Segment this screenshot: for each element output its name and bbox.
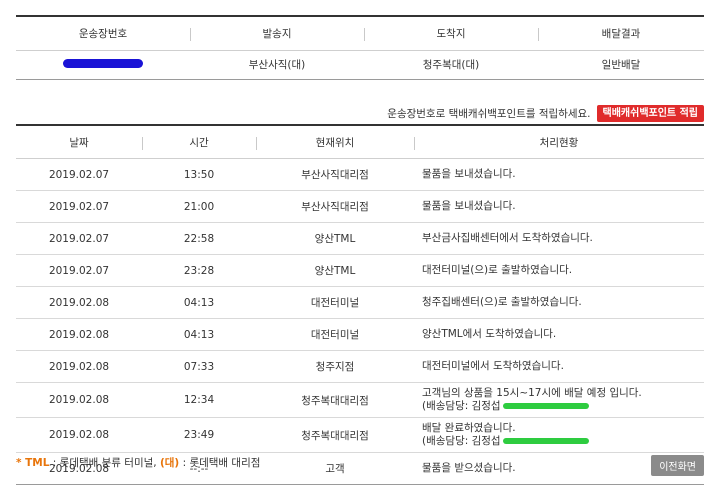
- summary-row: 부산사직(대) 청주복대(대) 일반배달: [16, 50, 704, 80]
- table-row: 2019.02.08 07:33 청주지점 대전터미널에서 도착하였습니다.: [16, 350, 704, 383]
- header-tracking-number: 운송장번호: [16, 15, 190, 51]
- tracking-header-row: 날짜 시간 현재위치 처리현황: [16, 124, 704, 159]
- row-time: 23:49: [142, 417, 256, 453]
- summary-header-row: 운송장번호 발송지 도착지 배달결과: [16, 15, 704, 51]
- legend-dae-desc: : 롯데택배 대리점: [179, 457, 261, 469]
- redaction-scribble: [502, 438, 589, 444]
- row-time: 12:34: [142, 382, 256, 418]
- row-status-text: 배달 완료하였습니다.: [422, 422, 516, 434]
- row-date: 2019.02.07: [16, 158, 142, 191]
- row-time: 04:13: [142, 286, 256, 319]
- header-delivery-result: 배달결과: [538, 15, 704, 51]
- tracking-number-redacted: [16, 50, 190, 80]
- legend-tml-desc: : 롯데택배 분류 터미널,: [49, 457, 160, 469]
- row-date: 2019.02.08: [16, 417, 142, 453]
- tracking-history-table: 날짜 시간 현재위치 처리현황 2019.02.07 13:50 부산사직대리점…: [16, 124, 704, 485]
- row-time: 22:58: [142, 222, 256, 255]
- row-status: 고객님의 상품을 15시~17시에 배달 예정 입니다. (배송담당: 김정섭: [414, 382, 704, 418]
- header-origin: 발송지: [190, 15, 364, 51]
- row-location: 부산사직대리점: [256, 158, 414, 191]
- delivery-result-value: 일반배달: [538, 50, 704, 80]
- row-location: 양산TML: [256, 254, 414, 287]
- row-date: 2019.02.07: [16, 190, 142, 223]
- row-location: 청주복대대리점: [256, 417, 414, 453]
- row-status: 양산TML에서 도착하였습니다.: [414, 318, 704, 351]
- row-date: 2019.02.08: [16, 318, 142, 351]
- row-status: 청주집배센터(으)로 출발하였습니다.: [414, 286, 704, 319]
- destination-value: 청주복대(대): [364, 50, 538, 80]
- row-date: 2019.02.07: [16, 222, 142, 255]
- row-location: 부산사직대리점: [256, 190, 414, 223]
- cashback-point-text: 운송장번호로 택배캐쉬백포인트를 적립하세요.: [387, 108, 591, 120]
- header-location: 현재위치: [256, 124, 414, 159]
- courier-line: (배송담당: 김정섭: [422, 435, 703, 448]
- row-date: 2019.02.08: [16, 350, 142, 383]
- previous-screen-button[interactable]: 이전화면: [651, 455, 704, 476]
- row-location: 청주복대대리점: [256, 382, 414, 418]
- table-row: 2019.02.08 23:49 청주복대대리점 배달 완료하였습니다. (배송…: [16, 417, 704, 453]
- row-location: 대전터미널: [256, 286, 414, 319]
- header-time: 시간: [142, 124, 256, 159]
- table-row: 2019.02.07 21:00 부산사직대리점 물품을 보내셨습니다.: [16, 190, 704, 223]
- table-row: 2019.02.07 13:50 부산사직대리점 물품을 보내셨습니다.: [16, 158, 704, 191]
- table-row: 2019.02.08 04:13 대전터미널 양산TML에서 도착하였습니다.: [16, 318, 704, 351]
- legend-dae-label: (대): [159, 457, 180, 469]
- row-location: 청주지점: [256, 350, 414, 383]
- table-row: 2019.02.07 23:28 양산TML 대전터미널(으)로 출발하였습니다…: [16, 254, 704, 287]
- header-status: 처리현황: [414, 124, 704, 159]
- origin-value: 부산사직(대): [190, 50, 364, 80]
- row-location: 양산TML: [256, 222, 414, 255]
- redaction-scribble: [502, 403, 589, 409]
- courier-text: (배송담당: 김정섭: [422, 400, 501, 412]
- cashback-point-button[interactable]: 택배캐쉬백포인트 적립: [596, 105, 704, 122]
- row-status: 부산금사집배센터에서 도착하였습니다.: [414, 222, 704, 255]
- redaction-scribble: [63, 58, 143, 68]
- cashback-point-bar: 운송장번호로 택배캐쉬백포인트를 적립하세요. 택배캐쉬백포인트 적립: [387, 105, 704, 122]
- legend-note: * TML : 롯데택배 분류 터미널, (대) : 롯데택배 대리점: [16, 455, 260, 470]
- legend-tml-prefix: * TML: [16, 457, 50, 469]
- row-date: 2019.02.08: [16, 382, 142, 418]
- table-row: 2019.02.08 04:13 대전터미널 청주집배센터(으)로 출발하였습니…: [16, 286, 704, 319]
- row-status: 대전터미널(으)로 출발하였습니다.: [414, 254, 704, 287]
- row-time: 13:50: [142, 158, 256, 191]
- row-date: 2019.02.08: [16, 286, 142, 319]
- table-row: 2019.02.08 12:34 청주복대대리점 고객님의 상품을 15시~17…: [16, 382, 704, 418]
- courier-text: (배송담당: 김정섭: [422, 435, 501, 447]
- row-location: 대전터미널: [256, 318, 414, 351]
- header-destination: 도착지: [364, 15, 538, 51]
- row-time: 21:00: [142, 190, 256, 223]
- row-status: 배달 완료하였습니다. (배송담당: 김정섭: [414, 417, 704, 453]
- row-status: 물품을 보내셨습니다.: [414, 190, 704, 223]
- header-date: 날짜: [16, 124, 142, 159]
- row-status: 물품을 보내셨습니다.: [414, 158, 704, 191]
- row-status-text: 고객님의 상품을 15시~17시에 배달 예정 입니다.: [422, 387, 642, 399]
- row-location: 고객: [256, 452, 414, 485]
- table-row: 2019.02.07 22:58 양산TML 부산금사집배센터에서 도착하였습니…: [16, 222, 704, 255]
- row-date: 2019.02.07: [16, 254, 142, 287]
- row-time: 07:33: [142, 350, 256, 383]
- row-time: 23:28: [142, 254, 256, 287]
- shipment-summary-table: 운송장번호 발송지 도착지 배달결과 부산사직(대) 청주복대(대) 일반배달: [16, 15, 704, 80]
- courier-line: (배송담당: 김정섭: [422, 400, 703, 413]
- row-status: 대전터미널에서 도착하였습니다.: [414, 350, 704, 383]
- row-time: 04:13: [142, 318, 256, 351]
